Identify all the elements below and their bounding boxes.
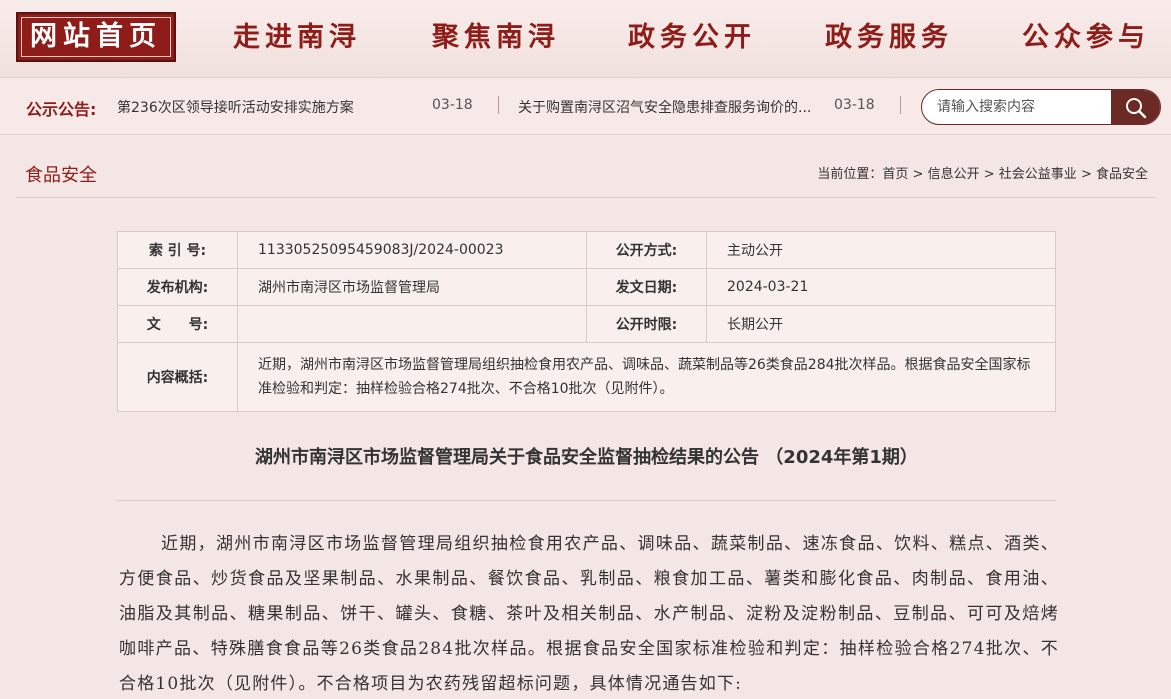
breadcrumb-item-public-welfare[interactable]: 社会公益事业	[999, 167, 1077, 182]
notice-item-link[interactable]: 第236次区领导接听活动安排实施方案	[117, 97, 367, 117]
notice-label: 公示公告:	[26, 100, 97, 119]
nav-item-about[interactable]: 走进南浔	[233, 18, 361, 58]
table-row: 文 号: 公开时限: 长期公开	[117, 305, 1056, 343]
publish-period-value: 长期公开	[706, 305, 1056, 343]
top-navigation: 网站首页 走进南浔 聚焦南浔 政务公开 政务服务 公众参与	[0, 0, 1171, 78]
breadcrumb-separator: >	[1080, 167, 1092, 182]
breadcrumb-item-info-open[interactable]: 信息公开	[928, 167, 980, 182]
breadcrumb-prefix: 当前位置：	[817, 167, 883, 182]
divider	[117, 500, 1056, 501]
issue-date-label: 发文日期:	[586, 268, 707, 306]
table-row: 内容概括: 近期，湖州市南浔区市场监督管理局组织抽检食用农产品、调味品、蔬菜制品…	[117, 342, 1056, 412]
breadcrumb: 当前位置：首页 > 信息公开 > 社会公益事业 > 食品安全	[817, 163, 1148, 182]
search-icon	[1126, 98, 1147, 119]
document-meta-table: 索 引 号: 11330525095459083J/2024-00023 公开方…	[117, 231, 1056, 412]
notice-item-link[interactable]: 关于购置南浔区沼气安全隐患排查服务询价的...	[518, 97, 813, 117]
breadcrumb-item-food-safety[interactable]: 食品安全	[1096, 167, 1148, 182]
breadcrumb-item-home[interactable]: 首页	[882, 167, 908, 182]
notice-divider	[498, 96, 499, 114]
notice-item-date: 03-18	[834, 97, 875, 113]
table-row: 索 引 号: 11330525095459083J/2024-00023 公开方…	[117, 231, 1056, 269]
issuer-value: 湖州市南浔区市场监督管理局	[237, 268, 587, 306]
nav-item-focus[interactable]: 聚焦南浔	[432, 18, 560, 58]
notice-item-date: 03-18	[432, 97, 473, 113]
article-title: 湖州市南浔区市场监督管理局关于食品安全监督抽检结果的公告 （2024年第1期）	[255, 447, 918, 468]
divider	[16, 197, 1155, 198]
summary-label: 内容概括:	[117, 342, 238, 412]
nav-item-gov-affairs-open[interactable]: 政务公开	[628, 18, 756, 58]
document-number-label: 文 号:	[117, 305, 238, 343]
search-input[interactable]	[922, 90, 1112, 124]
publish-period-label: 公开时限:	[586, 305, 707, 343]
table-row: 发布机构: 湖州市南浔区市场监督管理局 发文日期: 2024-03-21	[117, 268, 1056, 306]
nav-item-public-participation[interactable]: 公众参与	[1022, 18, 1150, 58]
breadcrumb-separator: >	[983, 167, 995, 182]
notice-divider	[900, 96, 901, 114]
issue-date-value: 2024-03-21	[706, 268, 1056, 306]
breadcrumb-separator: >	[912, 167, 924, 182]
publish-method-value: 主动公开	[706, 231, 1056, 269]
issuer-label: 发布机构:	[117, 268, 238, 306]
search-box	[921, 89, 1161, 125]
summary-value: 近期，湖州市南浔区市场监督管理局组织抽检食用农产品、调味品、蔬菜制品等26类食品…	[237, 342, 1056, 412]
section-title: 食品安全	[25, 165, 97, 186]
search-button[interactable]	[1111, 90, 1160, 124]
nav-item-gov-services[interactable]: 政务服务	[825, 18, 953, 58]
article-body: 近期，湖州市南浔区市场监督管理局组织抽检食用农产品、调味品、蔬菜制品、速冻食品、…	[119, 534, 1059, 694]
nav-home-button[interactable]: 网站首页	[16, 12, 176, 62]
publish-method-label: 公开方式:	[586, 231, 707, 269]
document-number-value	[237, 305, 587, 343]
index-number-value: 11330525095459083J/2024-00023	[237, 231, 587, 269]
index-number-label: 索 引 号:	[117, 231, 238, 269]
